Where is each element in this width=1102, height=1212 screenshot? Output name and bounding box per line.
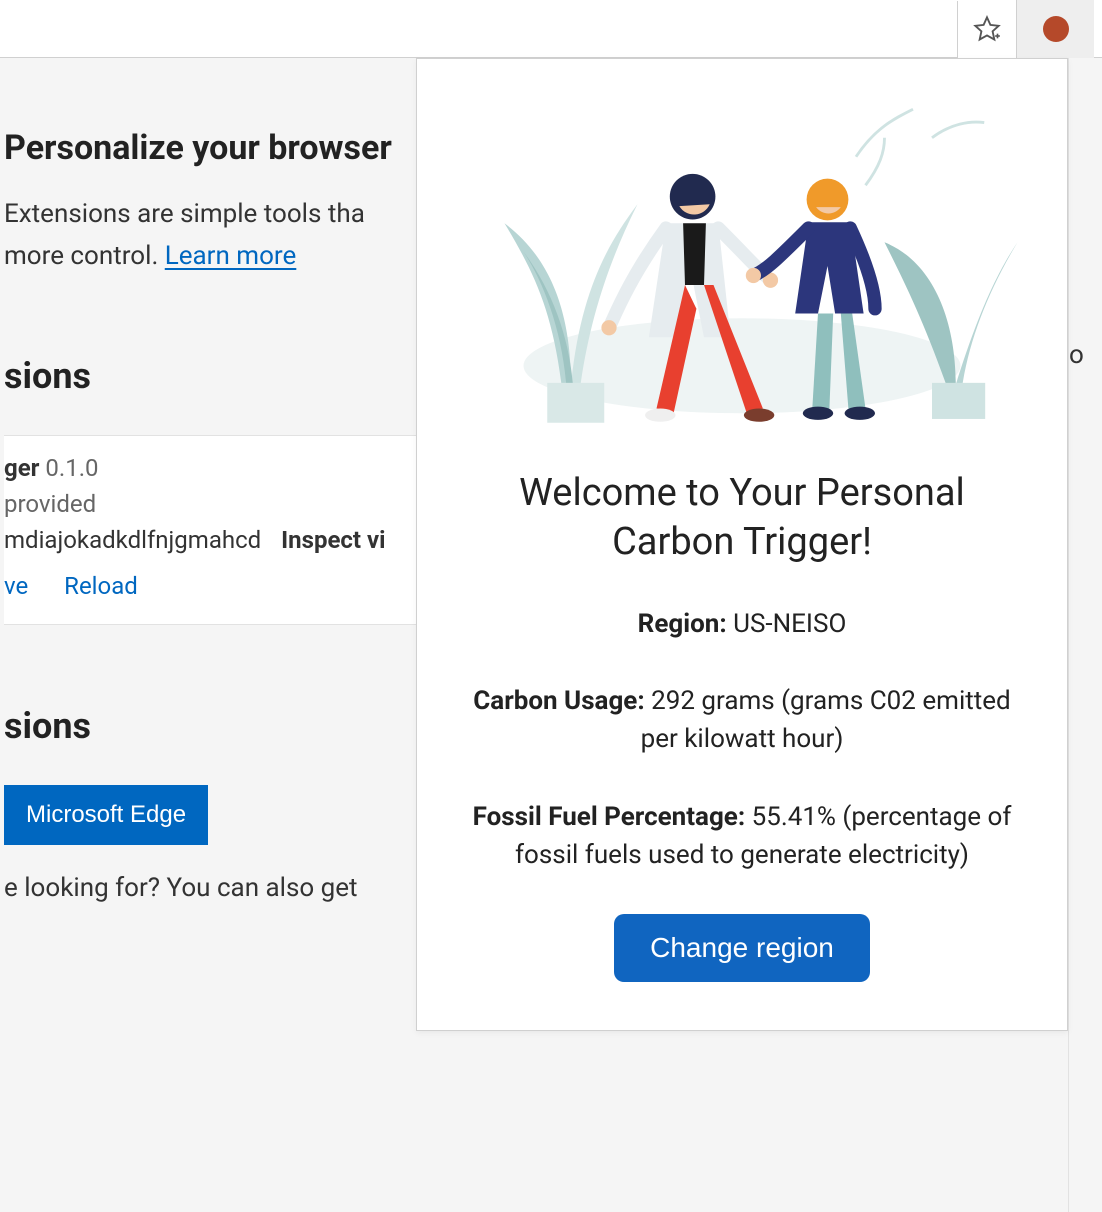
profile-avatar-icon [1043, 16, 1069, 42]
region-label: Region: [638, 609, 727, 639]
carbon-label: Carbon Usage: [473, 686, 644, 716]
extension-id: mdiajokadkdlfnjgmahcd [4, 526, 261, 554]
region-value: US-NEISO [733, 609, 846, 639]
change-region-button[interactable]: Change region [614, 914, 870, 982]
browser-toolbar [0, 0, 1102, 58]
extension-popup: Welcome to Your Personal Carbon Trigger!… [416, 58, 1068, 1031]
fossil-stat: Fossil Fuel Percentage: 55.41% (percenta… [457, 799, 1027, 874]
learn-more-link[interactable]: Learn more [165, 241, 297, 271]
extension-name: ger [4, 454, 39, 482]
fossil-label: Fossil Fuel Percentage: [473, 802, 746, 832]
carbon-stat: Carbon Usage: 292 grams (grams C02 emitt… [457, 683, 1027, 758]
popup-title: Welcome to Your Personal Carbon Trigger! [457, 469, 1027, 568]
popup-illustration [457, 91, 1027, 441]
remove-link[interactable]: ve [4, 572, 28, 600]
region-stat: Region: US-NEISO [457, 606, 1027, 644]
reload-link[interactable]: Reload [64, 572, 138, 600]
star-icon [973, 15, 1001, 43]
carbon-value: 292 grams (grams C02 emitted per kilowat… [641, 686, 1011, 754]
inspect-views-label[interactable]: Inspect vi [281, 526, 385, 554]
favorite-button[interactable] [958, 0, 1016, 58]
page-right-slice: o [1068, 58, 1102, 1212]
get-extensions-edge-button[interactable]: Microsoft Edge [4, 785, 208, 845]
profile-button[interactable] [1016, 0, 1094, 58]
people-plants-illustration-icon [457, 91, 1027, 441]
url-bar[interactable] [0, 1, 958, 57]
intro-line2: more control. [4, 241, 165, 271]
extension-version: 0.1.0 [45, 454, 98, 482]
